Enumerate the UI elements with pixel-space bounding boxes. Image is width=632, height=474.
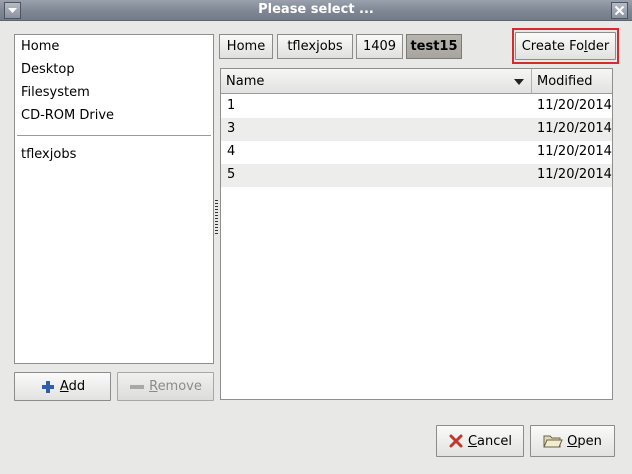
- path-crumb-tflexjobs[interactable]: tflexjobs: [277, 34, 353, 59]
- path-crumb-test15[interactable]: test15: [406, 34, 462, 59]
- column-header-name[interactable]: Name: [221, 69, 532, 94]
- file-list[interactable]: Name Modified 1 11/20/2014 3 11/20/2014 …: [220, 68, 613, 400]
- remove-bookmark-button[interactable]: Remove: [117, 372, 214, 401]
- path-crumb-1409[interactable]: 1409: [356, 34, 403, 59]
- place-item-desktop[interactable]: Desktop: [21, 60, 75, 80]
- place-item-home[interactable]: Home: [21, 37, 59, 57]
- places-list[interactable]: Home Desktop Filesystem CD-ROM Drive tfl…: [14, 34, 214, 364]
- remove-button-label: Remove: [149, 379, 202, 394]
- column-name-label: Name: [226, 74, 265, 89]
- place-item-filesystem[interactable]: Filesystem: [21, 83, 90, 103]
- cancel-x-icon: [448, 433, 464, 449]
- open-button[interactable]: Open: [530, 425, 615, 457]
- column-header-modified[interactable]: Modified: [532, 69, 612, 94]
- cancel-button[interactable]: Cancel: [436, 425, 524, 457]
- file-name: 1: [227, 98, 236, 113]
- plus-icon: [40, 379, 56, 395]
- place-item-cdrom[interactable]: CD-ROM Drive: [21, 106, 114, 126]
- bookmark-item-tflexjobs[interactable]: tflexjobs: [21, 145, 76, 165]
- file-row[interactable]: 1 11/20/2014: [221, 95, 612, 118]
- file-modified: 11/20/2014: [537, 144, 612, 159]
- highlight-annotation: [512, 28, 619, 64]
- close-icon[interactable]: [611, 2, 628, 19]
- add-button-label: Add: [59, 379, 86, 394]
- cancel-label: Cancel: [467, 433, 513, 449]
- file-row[interactable]: 4 11/20/2014: [221, 141, 612, 164]
- window-title: Please select ...: [258, 2, 374, 17]
- file-modified: 11/20/2014: [537, 167, 612, 182]
- file-name: 3: [227, 121, 236, 136]
- minus-icon: [129, 379, 145, 395]
- pane-resize-handle[interactable]: [215, 200, 218, 236]
- file-name: 5: [227, 167, 236, 182]
- file-modified: 11/20/2014: [537, 121, 612, 136]
- places-separator: [17, 135, 211, 137]
- path-crumb-home[interactable]: Home: [219, 34, 273, 59]
- sort-descending-icon: [514, 79, 524, 85]
- file-row[interactable]: 3 11/20/2014: [221, 118, 612, 141]
- title-bar[interactable]: Please select ...: [0, 0, 632, 21]
- column-modified-label: Modified: [537, 74, 593, 89]
- open-folder-icon: [543, 433, 563, 449]
- add-bookmark-button[interactable]: Add: [14, 372, 111, 401]
- file-row[interactable]: 5 11/20/2014: [221, 164, 612, 187]
- file-name: 4: [227, 144, 236, 159]
- file-modified: 11/20/2014: [537, 98, 612, 113]
- open-label: Open: [567, 433, 602, 449]
